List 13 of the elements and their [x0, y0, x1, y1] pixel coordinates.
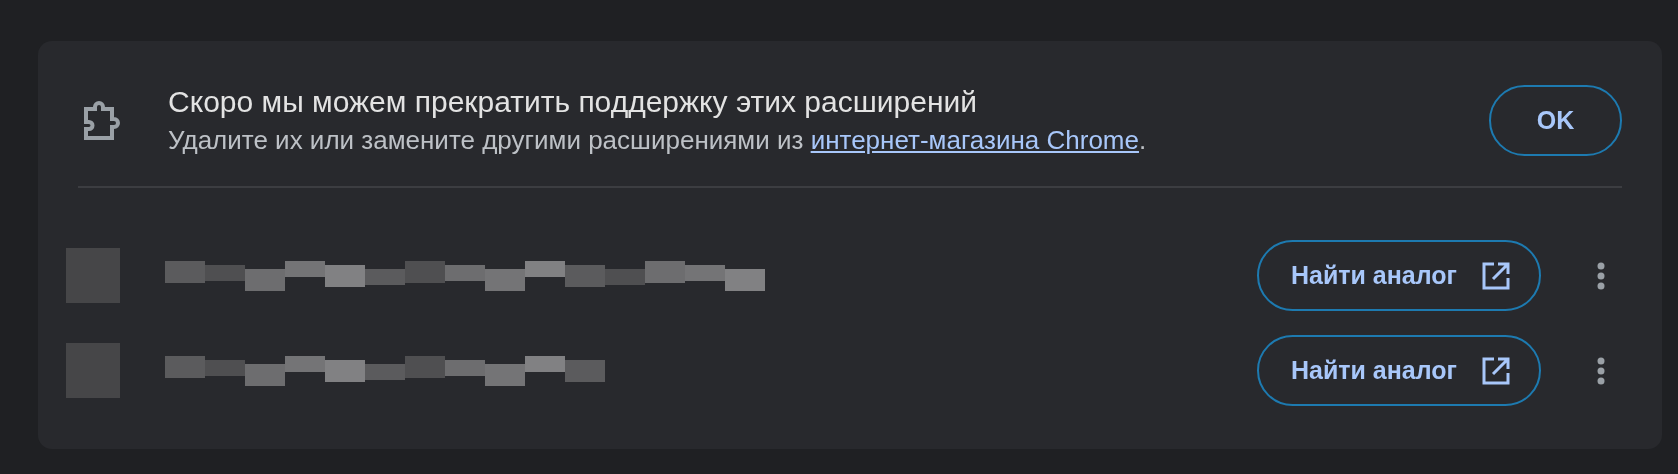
notice-text: Удалите их или замените другими расширениями из интернет-магазина Chrome.	[168, 125, 1148, 156]
puzzle-icon	[82, 99, 122, 142]
find-alternative-button[interactable]: Найти аналог	[1256, 240, 1541, 311]
external-link-icon	[1481, 260, 1511, 291]
find-alternative-button[interactable]: Найти аналог	[1256, 335, 1541, 406]
extension-icon	[66, 248, 120, 303]
more-options-icon[interactable]	[1596, 261, 1606, 290]
notice-title: Скоро мы можем прекратить поддержку этих расширений	[168, 85, 979, 119]
external-link-icon	[1481, 355, 1511, 386]
ok-button[interactable]: OK	[1489, 85, 1622, 156]
store-link[interactable]: интернет-магазина Chrome	[810, 125, 1139, 155]
more-options-icon[interactable]	[1596, 356, 1606, 385]
extension-icon	[66, 343, 120, 398]
